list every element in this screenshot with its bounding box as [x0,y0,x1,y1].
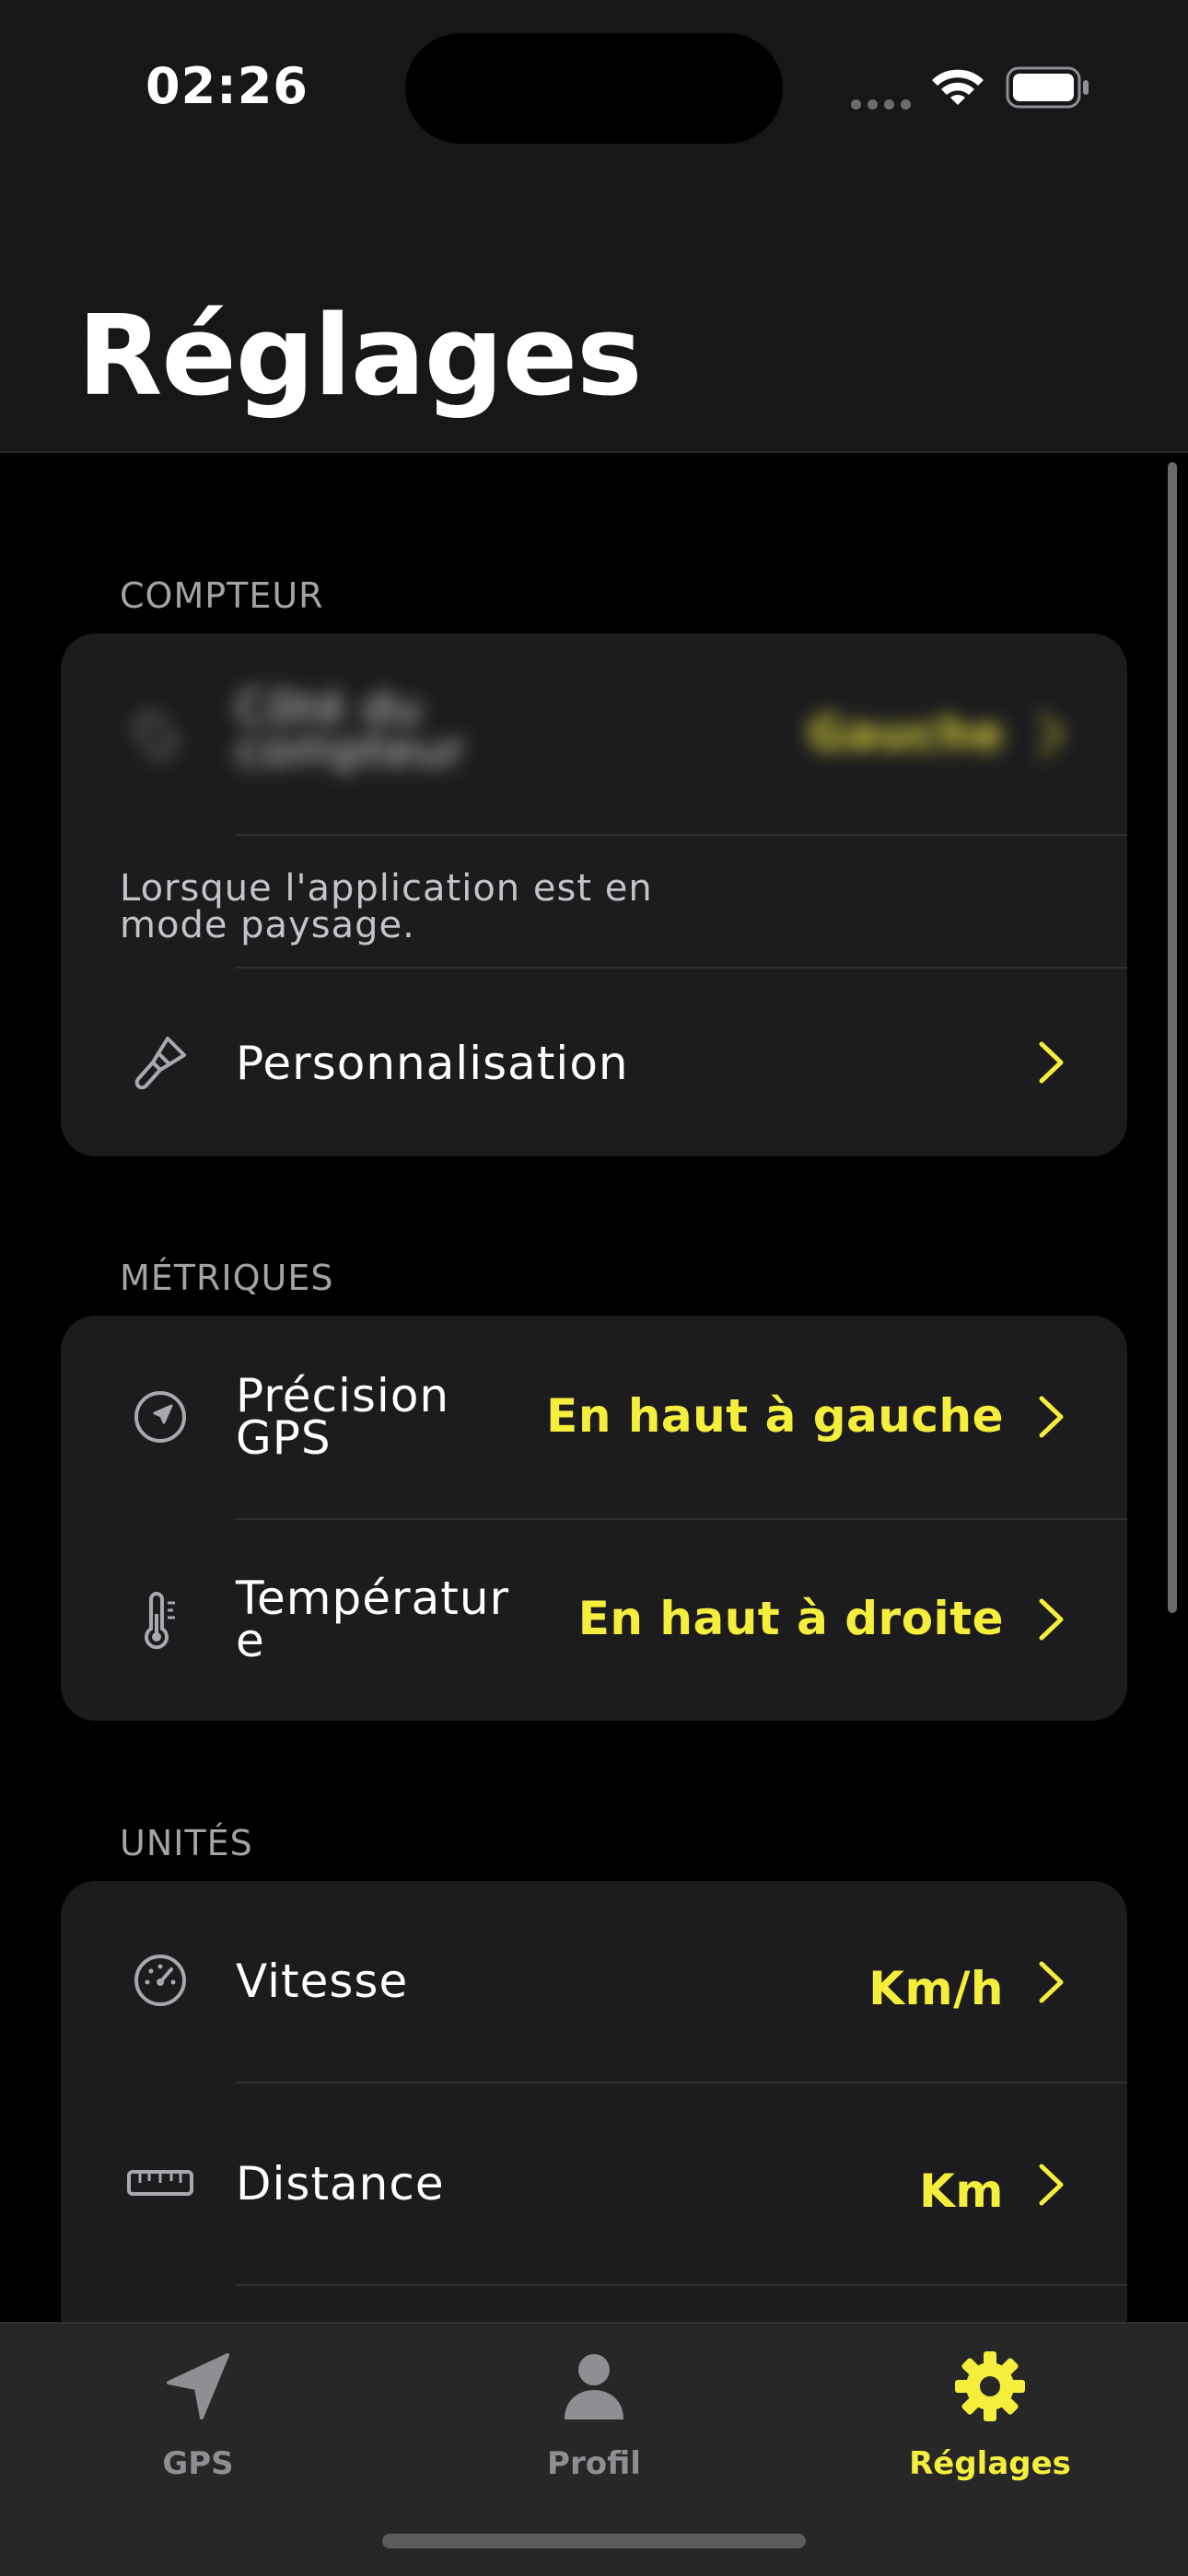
wifi-icon [932,69,984,105]
paintbrush-icon [134,1037,186,1090]
card-metriques: Précision GPS En haut à gauche Températu… [61,1316,1127,1721]
settings-row-label: GPS [236,1411,332,1465]
settings-row-label: e [236,1614,265,1667]
tab-label: GPS [162,2445,234,2482]
home-indicator [382,2534,806,2548]
chevron-right-icon [1039,1598,1064,1641]
card-unites: Vitesse Km/h Distance Km [61,1881,1127,2378]
location-arrow-icon [134,1391,186,1443]
footnote-line: mode paysage. [120,904,415,946]
section-label-compteur: COMPTEUR [120,575,324,616]
gear-icon [955,2351,1025,2421]
row-divider [236,834,1127,836]
ruler-icon [127,2170,193,2196]
chevron-right-icon [1039,1041,1064,1084]
thermometer-icon [145,1592,175,1650]
tab-label: Réglages [909,2445,1071,2482]
scroll-indicator[interactable] [1168,462,1177,1613]
settings-row-label: compteur [236,724,466,777]
footnote-line: Lorsque l'application est en [120,867,653,910]
settings-row-temperature[interactable]: Températur e En haut à droite [61,1520,1127,1721]
speedometer-icon [134,1955,186,2006]
settings-row-counter-side[interactable]: Côté du compteur Gauche [61,633,1127,834]
settings-row-label: Personnalisation [236,1037,629,1090]
tab-profil[interactable]: Profil [396,2324,792,2508]
page-title: Réglages [77,293,643,421]
settings-row-value: En haut à droite [577,1592,1004,1645]
chevron-right-icon [1039,2164,1064,2206]
dynamic-island [405,33,783,144]
chevron-right-icon [1039,714,1064,756]
footnote-landscape: Lorsque l'application est en mode paysag… [120,870,820,944]
section-label-metriques: MÉTRIQUES [120,1258,334,1298]
card-compteur: Côté du compteur Gauche Lorsque l'applic… [61,633,1127,1156]
settings-row-personnalisation[interactable]: Personnalisation [61,969,1127,1156]
chevron-right-icon [1039,1396,1064,1438]
tab-reglages[interactable]: Réglages [792,2324,1188,2508]
tab-label: Profil [547,2445,641,2482]
settings-row-distance[interactable]: Distance Km [61,2083,1127,2284]
chevron-right-icon [1039,1961,1064,2003]
settings-row-label: Vitesse [236,1955,409,2008]
battery-icon [1006,66,1089,109]
person-icon [565,2354,623,2419]
settings-row-vitesse[interactable]: Vitesse Km/h [61,1881,1127,2082]
settings-row-gps-precision[interactable]: Précision GPS En haut à gauche [61,1316,1127,1518]
phone-rotate-icon [134,711,178,759]
navigation-header: Réglages [0,166,1188,453]
settings-row-value: Km/h [868,1962,1004,2015]
tab-gps[interactable]: GPS [0,2324,396,2508]
settings-row-label: Températur [236,1572,510,1625]
settings-row-value: Gauche [808,707,1004,760]
cellular-dots-icon [851,96,917,113]
section-label-unites: UNITÉS [120,1823,253,1863]
settings-row-value: Km [919,2164,1004,2218]
status-time: 02:26 [146,57,309,115]
settings-row-label: Distance [236,2157,445,2210]
row-divider [236,2284,1127,2286]
status-bar: 02:26 [0,0,1188,166]
navigation-arrow-icon [167,2353,229,2419]
settings-row-value: En haut à gauche [546,1389,1004,1443]
